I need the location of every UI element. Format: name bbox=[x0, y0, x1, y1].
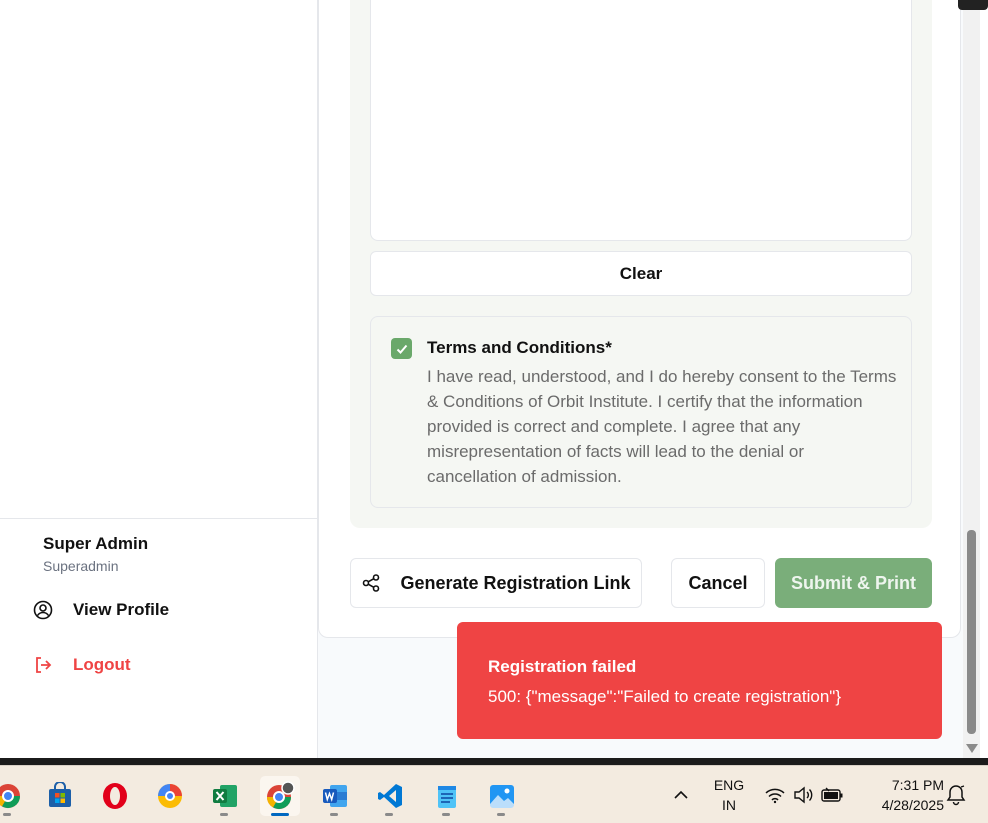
clock[interactable]: 7:31 PM 4/28/2025 bbox=[860, 766, 944, 823]
taskbar-app-notepad[interactable] bbox=[427, 776, 467, 816]
signature-section: Clear Terms and Conditions* I have read,… bbox=[350, 0, 932, 528]
chrome-icon bbox=[0, 784, 21, 809]
logout-label: Logout bbox=[73, 655, 131, 674]
terms-checkbox[interactable] bbox=[391, 338, 412, 359]
sidebar-footer: Super Admin Superadmin View Profile Logo… bbox=[0, 518, 317, 758]
app-indicator bbox=[3, 813, 11, 816]
wifi-icon bbox=[765, 788, 785, 804]
taskbar-app-chrome[interactable] bbox=[0, 776, 28, 816]
window-corner-badge bbox=[958, 0, 988, 10]
chrome-canary-icon bbox=[158, 784, 182, 808]
taskbar-app-opera[interactable] bbox=[95, 776, 135, 816]
taskbar-app-chrome-alt[interactable] bbox=[150, 776, 190, 816]
clock-date: 4/28/2025 bbox=[881, 797, 944, 813]
notifications-button[interactable] bbox=[944, 766, 968, 823]
app-indicator bbox=[330, 813, 338, 816]
taskbar-separator bbox=[0, 758, 988, 765]
taskbar-app-excel[interactable] bbox=[205, 776, 245, 816]
taskbar-app-word[interactable] bbox=[315, 776, 355, 816]
app-indicator bbox=[442, 813, 450, 816]
opera-icon bbox=[103, 783, 127, 809]
taskbar-app-chrome-profile[interactable] bbox=[260, 776, 300, 816]
system-tray-status[interactable] bbox=[762, 766, 846, 823]
excel-icon bbox=[213, 785, 237, 807]
checkmark-icon bbox=[396, 344, 407, 354]
window-edge bbox=[980, 0, 988, 758]
view-profile-label: View Profile bbox=[73, 600, 170, 619]
clear-signature-button[interactable]: Clear bbox=[370, 251, 912, 296]
cancel-button[interactable]: Cancel bbox=[671, 558, 765, 608]
microsoft-store-icon bbox=[49, 782, 71, 807]
notepad-icon bbox=[438, 786, 456, 808]
taskbar-app-photos[interactable] bbox=[482, 776, 522, 816]
chrome-profile-icon bbox=[267, 781, 295, 810]
sidebar: Super Admin Superadmin View Profile Logo… bbox=[0, 0, 318, 758]
signature-pad[interactable] bbox=[370, 0, 912, 241]
registration-form-card: Clear Terms and Conditions* I have read,… bbox=[318, 0, 961, 638]
volume-icon bbox=[794, 786, 813, 804]
chevron-up-icon bbox=[674, 790, 688, 799]
app-indicator bbox=[497, 813, 505, 816]
app-indicator-active bbox=[271, 813, 289, 816]
language-code: ENG bbox=[713, 777, 745, 793]
photos-icon bbox=[490, 785, 514, 808]
show-hidden-icons-button[interactable] bbox=[668, 766, 694, 823]
terms-box: Terms and Conditions* I have read, under… bbox=[370, 316, 912, 508]
page-scrollbar[interactable] bbox=[963, 0, 980, 758]
language-indicator[interactable]: ENG IN bbox=[708, 766, 750, 823]
language-region: IN bbox=[722, 797, 736, 813]
word-icon bbox=[323, 785, 347, 807]
user-name: Super Admin bbox=[43, 534, 149, 553]
app-indicator bbox=[385, 813, 393, 816]
scrollbar-thumb[interactable] bbox=[967, 530, 976, 734]
generate-link-label: Generate Registration Link bbox=[400, 572, 631, 593]
terms-title: Terms and Conditions* bbox=[427, 338, 612, 357]
user-circle-icon bbox=[32, 599, 54, 621]
taskbar: ENG IN 7:31 PM 4/28/2025 bbox=[0, 765, 988, 823]
user-role: Superadmin bbox=[43, 558, 119, 574]
toast-title: Registration failed bbox=[488, 657, 637, 676]
toast-message: 500: {"message":"Failed to create regist… bbox=[488, 687, 841, 706]
clock-time: 7:31 PM bbox=[891, 777, 944, 793]
taskbar-app-vscode[interactable] bbox=[370, 776, 410, 816]
scroll-down-arrow-icon[interactable] bbox=[966, 744, 978, 753]
terms-text: I have read, understood, and I do hereby… bbox=[427, 367, 897, 486]
logout-link[interactable]: Logout bbox=[32, 654, 131, 676]
vscode-icon bbox=[378, 784, 402, 808]
taskbar-app-store[interactable] bbox=[40, 776, 80, 816]
submit-print-button[interactable]: Submit & Print bbox=[775, 558, 932, 608]
share-icon bbox=[361, 573, 381, 593]
notification-bell-icon bbox=[946, 785, 966, 806]
view-profile-link[interactable]: View Profile bbox=[32, 599, 169, 621]
battery-icon bbox=[821, 787, 843, 802]
app-indicator bbox=[220, 813, 228, 816]
generate-registration-link-button[interactable]: Generate Registration Link bbox=[350, 558, 642, 608]
logout-icon bbox=[32, 654, 54, 676]
error-toast[interactable]: Registration failed 500: {"message":"Fai… bbox=[457, 622, 942, 739]
